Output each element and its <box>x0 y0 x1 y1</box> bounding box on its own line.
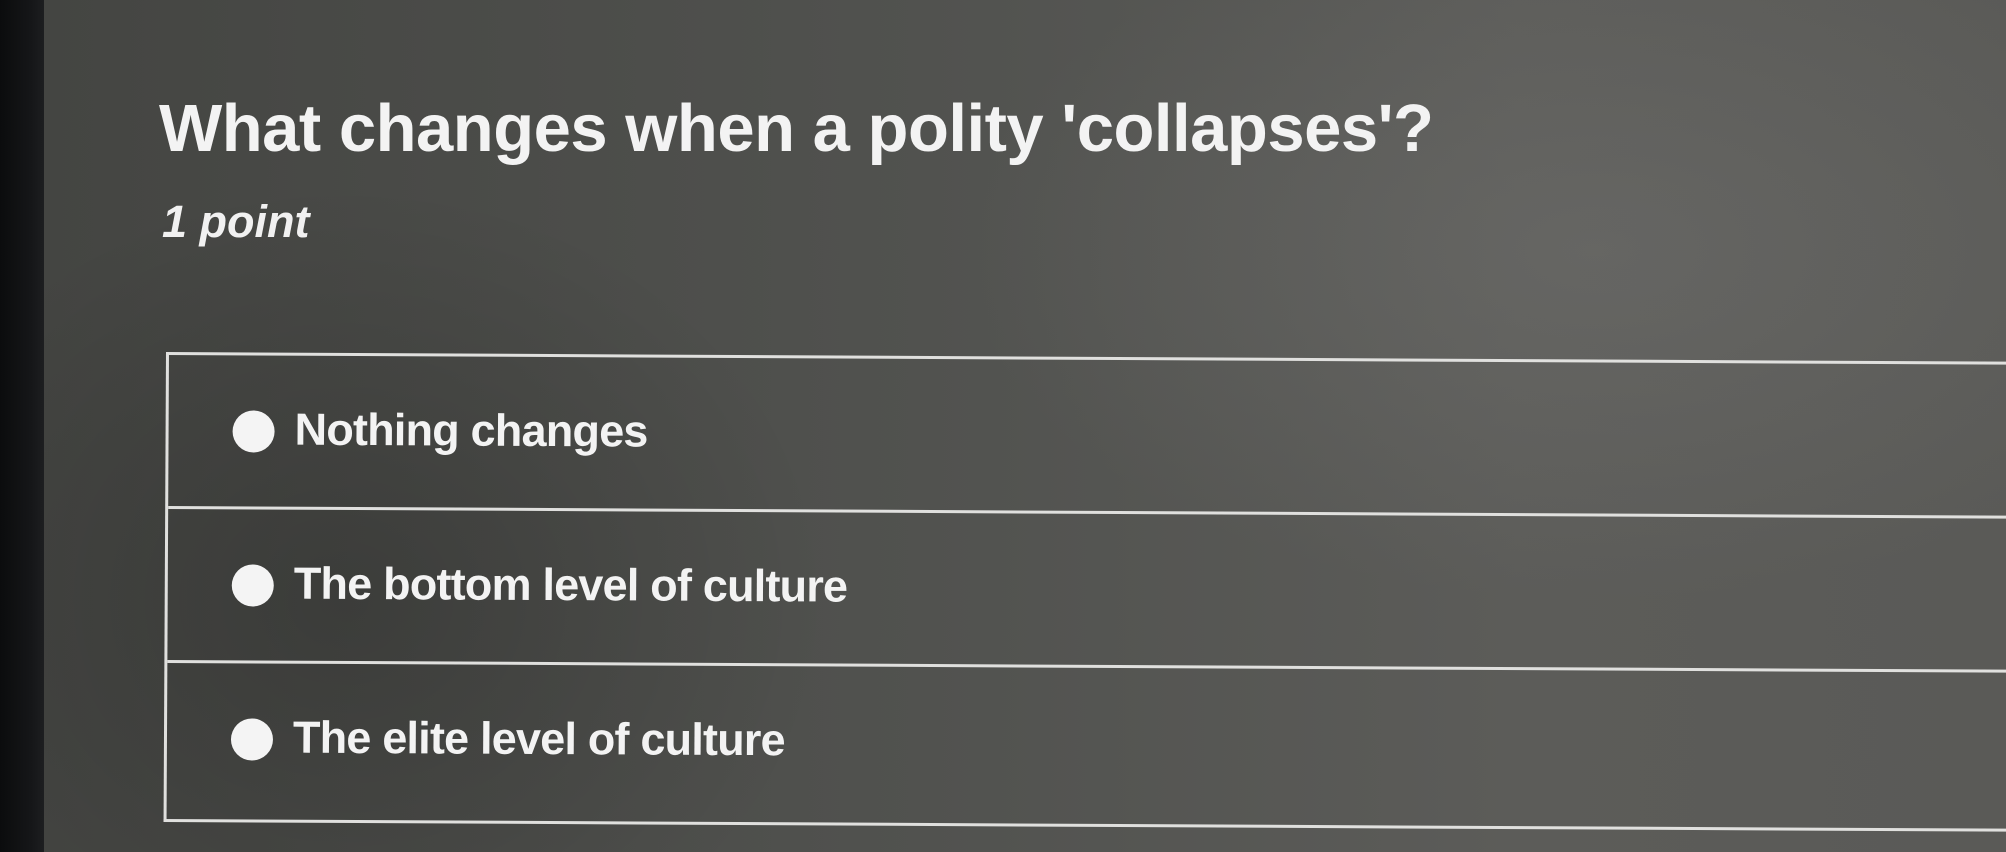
radio-button-icon[interactable] <box>230 718 274 761</box>
answer-option-label: The bottom level of culture <box>293 557 848 612</box>
monitor-bezel <box>0 0 44 852</box>
answer-option-label: The elite level of culture <box>292 711 785 766</box>
answer-option-label: Nothing changes <box>294 403 648 457</box>
question-title: What changes when a polity 'collapses'? <box>159 91 1434 166</box>
radio-button-icon[interactable] <box>231 564 274 607</box>
radio-button-icon[interactable] <box>232 410 275 453</box>
question-points: 1 point <box>162 196 310 247</box>
answer-option-1[interactable]: Nothing changes <box>168 355 2006 519</box>
answer-options: Nothing changes The bottom level of cult… <box>163 352 2006 832</box>
answer-option-3[interactable]: The elite level of culture <box>167 663 2006 827</box>
quiz-screen: What changes when a polity 'collapses'? … <box>44 0 2006 852</box>
answer-option-2[interactable]: The bottom level of culture <box>167 509 2006 673</box>
